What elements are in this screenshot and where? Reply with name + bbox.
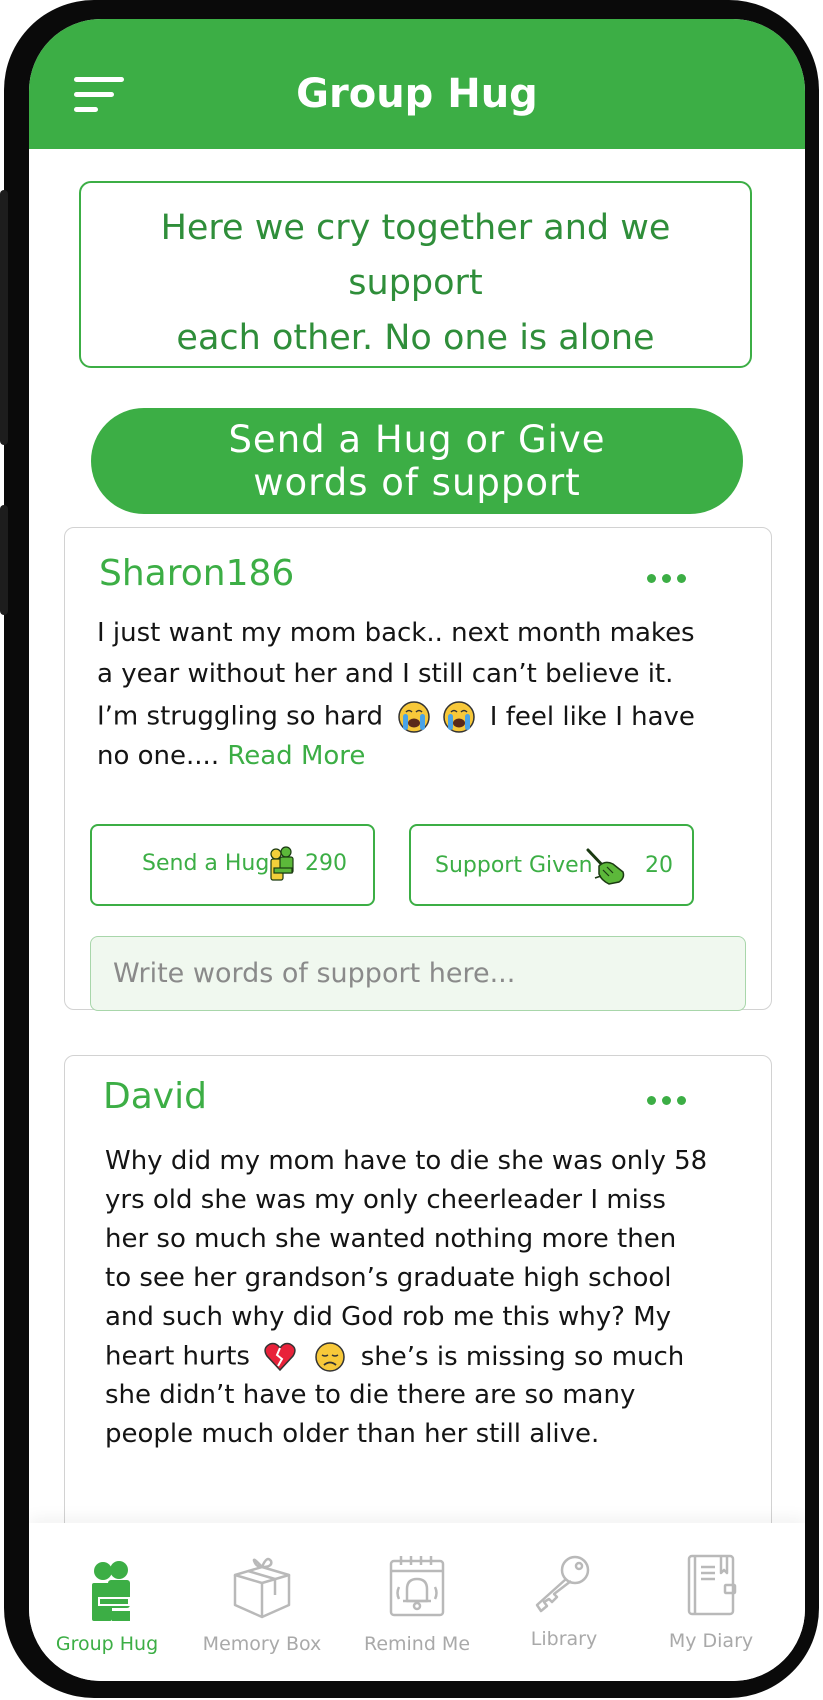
post-line: people much older than her still alive. [105,1419,600,1449]
post-username[interactable]: David [103,1076,207,1117]
hug-count: 290 [305,851,347,876]
post-line-text: I’m struggling so hard [97,701,383,732]
page-title: Group Hug [296,71,538,117]
tab-remind-me[interactable]: Remind Me [342,1523,492,1681]
hug-icon [270,846,294,881]
post-card: Sharon186 I just want my mom back.. next… [64,527,772,1011]
gift-box-icon [233,1557,291,1619]
post-line-with-emoji: I’m struggling so hard I feel like I hav… [97,700,695,741]
crying-face-icon [442,701,475,733]
side-button-upper [0,190,8,445]
tab-label: Library [530,1628,598,1650]
post-line: Why did my mom have to die she was only … [105,1146,708,1176]
send-hug-button[interactable]: Send a Hug 290 [90,824,375,906]
post-line: a year without her and I still can’t bel… [97,659,674,689]
disappointed-face-icon [315,1342,346,1372]
app-screen: Group Hug Here we cry together and we su… [29,19,805,1681]
post-line-text: heart hurts [105,1341,250,1372]
group-hug-icon [92,1561,130,1621]
tab-label: Memory Box [202,1633,322,1655]
post-line: and such why did God rob me this why? My [105,1302,672,1332]
post-line-text: I feel like I have [489,701,695,732]
post-line: yrs old she was my only cheerleader I mi… [105,1185,666,1215]
tab-group-hug[interactable]: Group Hug [32,1523,182,1681]
post-line: she didn’t have to die there are so many [105,1380,636,1410]
phone-frame: Group Hug Here we cry together and we su… [0,0,819,1698]
post-line: I just want my mom back.. next month mak… [97,618,695,648]
send-hug-label: Send a Hug [142,851,270,876]
more-options-icon[interactable] [647,574,686,583]
side-button-lower [0,505,8,615]
crying-face-icon [398,701,431,733]
post-line-with-emoji: heart hurts she’s is missing so much [105,1341,707,1380]
post-line: her so much she wanted nothing more then [105,1224,677,1254]
send-hug-or-support-button[interactable]: Send a Hug or Give words of support [91,408,743,514]
more-options-icon[interactable] [647,1096,686,1105]
post-line-text: no one.... [97,741,228,771]
post-line: to see her grandson’s graduate high scho… [105,1263,672,1293]
tab-library[interactable]: Library [489,1523,639,1681]
intro-line-2: each other. No one is alone [176,318,655,358]
support-count: 20 [645,853,673,878]
support-given-button[interactable]: Support Given 20 [409,824,694,906]
bottom-tab-bar: Group Hug Memory Box Remind Me Library M… [29,1523,805,1681]
post-body: Why did my mom have to die she was only … [105,1146,707,1458]
intro-message-box: Here we cry together and we support each… [79,181,752,368]
read-more-link[interactable]: Read More [227,741,365,771]
diary-icon [687,1554,737,1616]
writing-hand-icon [586,848,625,885]
broken-heart-icon [264,1342,296,1372]
post-body: I just want my mom back.. next month mak… [97,618,695,782]
tab-memory-box[interactable]: Memory Box [187,1523,337,1681]
post-line: no one.... Read More [97,741,695,782]
tab-label: Group Hug [55,1633,159,1655]
app-bar: Group Hug [29,19,805,149]
post-line-text: she’s is missing so much [360,1341,685,1372]
tab-label: My Diary [668,1630,754,1652]
support-given-label: Support Given [435,853,593,878]
cta-line-2: words of support [253,461,581,504]
cta-line-1: Send a Hug or Give [228,418,606,461]
tab-my-diary[interactable]: My Diary [636,1523,786,1681]
post-username[interactable]: Sharon186 [99,553,294,594]
intro-line-1: Here we cry together and we support [160,208,671,303]
tab-label: Remind Me [363,1633,471,1655]
calendar-bell-icon [389,1556,445,1617]
support-message-input[interactable] [90,936,746,1011]
key-icon [535,1555,590,1613]
